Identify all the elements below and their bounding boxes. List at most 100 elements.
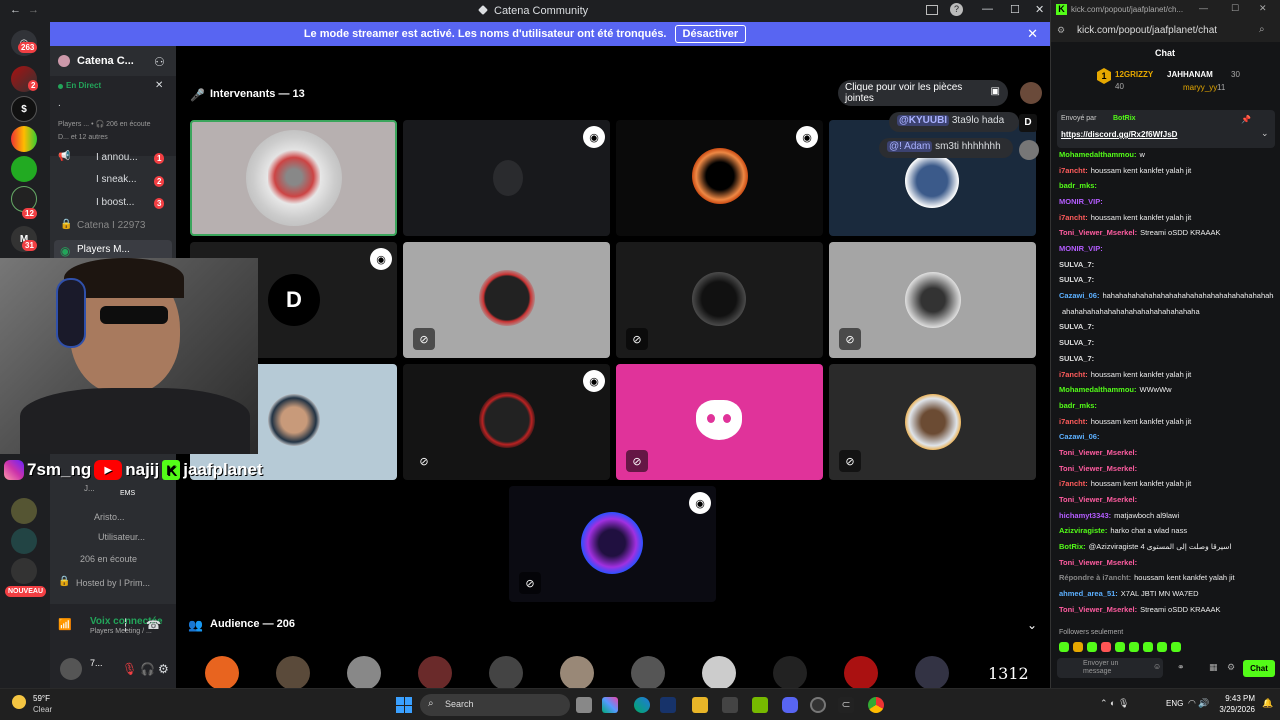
inbox-icon[interactable]	[926, 5, 938, 15]
audience-avatar[interactable]	[560, 656, 594, 690]
emoji-icon[interactable]: ☺	[1153, 662, 1161, 671]
chat-username[interactable]: Répondre à i7ancht:	[1059, 573, 1131, 582]
maximize-icon[interactable]: ☐	[1010, 3, 1020, 16]
chat-username[interactable]: Mohamedalthammou:	[1059, 150, 1137, 159]
pinned-message[interactable]: Envoyé par BotRix https://discord.gg/Rx2…	[1057, 110, 1275, 148]
pin-icon[interactable]: 📌	[1241, 115, 1251, 124]
app-icon[interactable]	[810, 697, 826, 713]
clock-time[interactable]: 9:43 PM	[1215, 694, 1255, 703]
emote-icon[interactable]	[1157, 642, 1167, 652]
chevron-down-icon[interactable]: ⌄	[1261, 128, 1269, 139]
speaker-tile[interactable]: ⊘	[616, 242, 823, 358]
channel-item[interactable]: I annou...	[96, 152, 138, 163]
chat-username[interactable]: Toni_Viewer_Mserkel:	[1059, 228, 1137, 237]
speaker-tile[interactable]: ◉ ⊘	[509, 486, 716, 602]
chat-username[interactable]: i7ancht:	[1059, 213, 1088, 222]
chat-username[interactable]: Toni_Viewer_Mserkel:	[1059, 558, 1137, 567]
audience-avatar[interactable]	[418, 656, 452, 690]
headset-icon[interactable]: 🎧	[140, 662, 155, 676]
send-chat-button[interactable]: Chat	[1243, 660, 1275, 677]
emote-icon[interactable]	[1143, 642, 1153, 652]
close-live-icon[interactable]: ✕	[155, 80, 163, 91]
emote-icon[interactable]	[1129, 642, 1139, 652]
speaker-tile[interactable]: ⊘	[616, 364, 823, 480]
chat-username[interactable]: Cazawi_06:	[1059, 432, 1099, 441]
noise-icon[interactable]: ┆	[122, 618, 129, 632]
server-icon[interactable]	[11, 498, 37, 524]
emote-icon[interactable]	[1101, 642, 1111, 652]
start-icon[interactable]	[396, 697, 412, 713]
chat-username[interactable]: i7ancht:	[1059, 417, 1088, 426]
disconnect-icon[interactable]: ☎	[146, 618, 161, 632]
maximize-icon[interactable]: ☐	[1231, 3, 1239, 14]
chat-username[interactable]: i7ancht:	[1059, 370, 1088, 379]
back-arrow-icon[interactable]: ←	[10, 4, 21, 16]
weather-icon[interactable]	[12, 695, 26, 709]
mic-muted-icon[interactable]: 🎙	[122, 662, 137, 676]
help-icon[interactable]: ?	[950, 3, 963, 16]
calendar-icon[interactable]: ▦	[1209, 662, 1218, 673]
speaker-tile[interactable]	[190, 120, 397, 236]
chat-input[interactable]: Envoyer un message ☺	[1057, 658, 1163, 678]
notification-icon[interactable]: 🔔	[1262, 698, 1273, 709]
task-view-icon[interactable]	[576, 697, 592, 713]
chat-username[interactable]: SULVA_7:	[1059, 260, 1094, 269]
audience-avatar[interactable]	[489, 656, 523, 690]
channel-item[interactable]: I sneak...	[96, 174, 137, 185]
emote-icon[interactable]	[1115, 642, 1125, 652]
chat-username[interactable]: i7ancht:	[1059, 166, 1088, 175]
audience-avatar[interactable]	[347, 656, 381, 690]
gear-icon[interactable]: ⚙	[158, 662, 169, 676]
audience-avatar[interactable]	[205, 656, 239, 690]
speaker-tile[interactable]: ⊘	[829, 364, 1036, 480]
audience-avatar[interactable]	[844, 656, 878, 690]
clock-date[interactable]: 3/29/2026	[1207, 705, 1255, 714]
chat-username[interactable]: hichamyt3343:	[1059, 511, 1111, 520]
channel-item[interactable]: Catena I 22973	[77, 220, 145, 231]
chat-username[interactable]: Toni_Viewer_Mserkel:	[1059, 448, 1137, 457]
taskbar-search[interactable]: ⌕ Search	[420, 694, 570, 716]
speaker-tile[interactable]: ⊘	[403, 242, 610, 358]
audience-avatar[interactable]	[631, 656, 665, 690]
minimize-icon[interactable]: —	[1199, 3, 1208, 13]
speaker-tile[interactable]: ◉ ⊘	[403, 364, 610, 480]
chat-username[interactable]: badr_mks:	[1059, 181, 1097, 190]
chat-username[interactable]: MONIR_VIP:	[1059, 244, 1103, 253]
tray-icons[interactable]: ⌃ ◐ 🎙	[1100, 698, 1129, 709]
nvidia-icon[interactable]	[752, 697, 768, 713]
copilot-icon[interactable]	[602, 697, 618, 713]
store-icon[interactable]	[722, 697, 738, 713]
emote-icon[interactable]	[1073, 642, 1083, 652]
server-icon[interactable]: $	[11, 96, 37, 122]
channel-item[interactable]: I boost...	[96, 197, 134, 208]
chat-username[interactable]: BotRix:	[1059, 542, 1086, 551]
chat-username[interactable]: Cazawi_06:	[1059, 291, 1099, 300]
chat-username[interactable]: Azizviragiste:	[1059, 526, 1107, 535]
member-item[interactable]: J...	[84, 484, 95, 493]
edge-icon[interactable]	[634, 697, 650, 713]
url-field[interactable]: kick.com/popout/jaafplanet/chat	[1077, 25, 1217, 36]
language-indicator[interactable]: ENG	[1166, 699, 1183, 708]
speaker-tile[interactable]: ◉	[403, 120, 610, 236]
speaker-tile[interactable]: ◉	[616, 120, 823, 236]
server-icon[interactable]	[11, 558, 37, 584]
server-icon[interactable]	[11, 156, 37, 182]
audience-avatar[interactable]	[276, 656, 310, 690]
collapse-audience-icon[interactable]: ⌄	[1027, 618, 1037, 632]
member-item[interactable]: Utilisateur...	[98, 532, 145, 542]
emote-icon[interactable]	[1087, 642, 1097, 652]
chat-username[interactable]: Toni_Viewer_Mserkel:	[1059, 495, 1137, 504]
chat-username[interactable]: Toni_Viewer_Mserkel:	[1059, 605, 1137, 614]
invite-icon[interactable]: ⚇	[154, 55, 165, 69]
audience-avatar[interactable]	[773, 656, 807, 690]
close-banner-icon[interactable]: ✕	[1027, 26, 1038, 42]
chat-username[interactable]: ahmed_area_51:	[1059, 589, 1118, 598]
discord-taskbar-icon[interactable]	[782, 697, 798, 713]
avatar[interactable]	[60, 658, 82, 680]
emote-icon[interactable]	[1059, 642, 1069, 652]
pin-link[interactable]: https://discord.gg/Rx2f6WfJsD	[1061, 130, 1177, 139]
app-icon[interactable]: ⊂	[838, 697, 854, 713]
chat-username[interactable]: i7ancht:	[1059, 479, 1088, 488]
server-icon[interactable]	[11, 126, 37, 152]
member-item[interactable]: Aristo...	[94, 512, 125, 522]
